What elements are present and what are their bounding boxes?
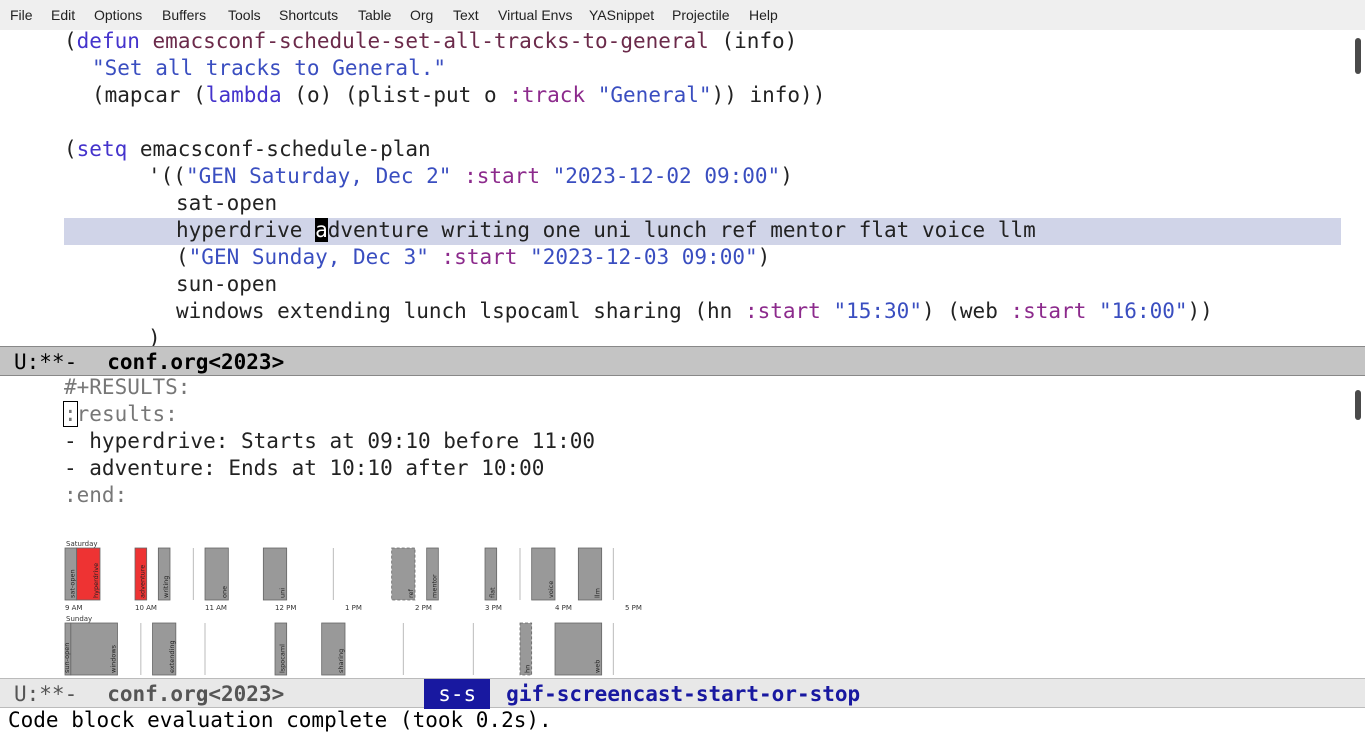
menu-options[interactable]: Options (94, 7, 142, 23)
code-line-sunday-talks: windows extending lunch lspocaml sharing… (176, 299, 1213, 323)
talk-label-llm: llm (594, 588, 602, 598)
talk-label-sat-open: sat-open (69, 569, 77, 598)
bottom-scrollbar-thumb[interactable] (1355, 390, 1361, 420)
code-window[interactable]: (defun emacsconf-schedule-set-all-tracks… (0, 30, 1365, 346)
menu-tools[interactable]: Tools (228, 7, 261, 23)
day-label: Saturday (66, 540, 98, 548)
talk-label-mentor: mentor (430, 574, 438, 598)
mode-line-bottom[interactable]: U:**- conf.org<2023> s-s gif-screencast-sta… (0, 678, 1365, 709)
tick-label: 10 AM (135, 604, 157, 612)
code-line-docstring: "Set all tracks to General." (92, 56, 447, 80)
code-line-defun: (defun emacsconf-schedule-set-all-tracks… (64, 30, 798, 53)
talk-label-hyperdrive: hyperdrive (92, 563, 100, 598)
results-window[interactable]: #+RESULTS: :results: - hyperdrive: Start… (0, 376, 1365, 680)
tick-label: 3 PM (485, 604, 502, 612)
menu-shortcuts[interactable]: Shortcuts (279, 7, 338, 23)
tick-label: 11 AM (205, 604, 227, 612)
menu-help[interactable]: Help (749, 7, 778, 23)
talk-label-hn: hn (524, 665, 532, 673)
buffer-name: conf.org<2023> (107, 350, 285, 374)
talk-label-sharing: sharing (337, 649, 345, 673)
talk-label-voice: voice (547, 581, 555, 598)
text-cursor: a (315, 218, 328, 242)
buffer-status: U:**- (14, 682, 78, 706)
mode-line-top[interactable]: U:**- conf.org<2023> (0, 346, 1365, 376)
menu-text[interactable]: Text (453, 7, 479, 23)
code-line-mapcar: (mapcar (lambda (o) (plist-put o :track … (92, 83, 826, 107)
tick-label: 12 PM (275, 604, 296, 612)
menu-buffers[interactable]: Buffers (162, 7, 206, 23)
code-line-sat-open: sat-open (176, 191, 278, 215)
talk-label-writing: writing (162, 576, 170, 598)
menu-edit[interactable]: Edit (51, 7, 75, 23)
menu-bar: File Edit Options Buffers Tools Shortcut… (0, 0, 1365, 30)
tick-label: 5 PM (625, 604, 642, 612)
talk-label-windows: windows (110, 644, 118, 673)
menu-virtual-envs[interactable]: Virtual Envs (498, 7, 572, 23)
tick-label: 9 AM (65, 604, 83, 612)
talk-label-ref: ref (407, 588, 415, 598)
menu-projectile[interactable]: Projectile (672, 7, 730, 23)
command-name: gif-screencast-start-or-stop (506, 682, 861, 706)
code-line-setq: (setq emacsconf-schedule-plan (64, 137, 431, 161)
buffer-name: conf.org<2023> (107, 682, 285, 706)
code-line-sun-open: sun-open (176, 272, 278, 296)
code-line-saturday-talks: hyperdrive adventure writing one uni lun… (176, 218, 1036, 242)
key-chip: s-s (424, 679, 491, 709)
talk-label-adventure: adventure (139, 565, 147, 598)
top-scrollbar-thumb[interactable] (1355, 38, 1361, 74)
talk-label-sun-open: sun-open (63, 643, 71, 673)
code-line-saturday: '(("GEN Saturday, Dec 2" :start "2023-12… (148, 164, 793, 188)
talk-label-flat: flat (489, 587, 497, 598)
tick-label: 2 PM (415, 604, 432, 612)
talk-label-uni: uni (279, 588, 287, 598)
code-line-sunday: ("GEN Sunday, Dec 3" :start "2023-12-03 … (176, 245, 771, 269)
menu-table[interactable]: Table (358, 7, 391, 23)
buffer-status: U:**- (14, 350, 78, 374)
echo-area: Code block evaluation complete (took 0.2… (8, 708, 552, 732)
day-label: Sunday (66, 615, 92, 623)
tick-label: 1 PM (345, 604, 362, 612)
schedule-chart: Saturday sat-open hyperdrive adventure writi… (63, 540, 642, 676)
talk-label-extending: extending (168, 640, 176, 673)
talk-label-web: web (594, 660, 602, 673)
talk-label-lspocaml: lspocaml (279, 644, 287, 673)
talk-label-one: one (220, 586, 228, 598)
menu-file[interactable]: File (10, 7, 33, 23)
menu-yasnippet[interactable]: YASnippet (589, 7, 654, 23)
menu-org[interactable]: Org (410, 7, 433, 23)
tick-label: 4 PM (555, 604, 572, 612)
code-line-close-paren: ) (148, 326, 161, 346)
